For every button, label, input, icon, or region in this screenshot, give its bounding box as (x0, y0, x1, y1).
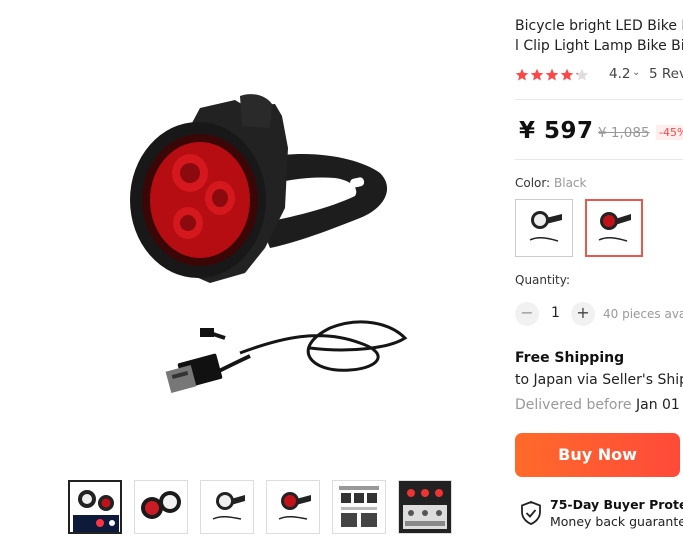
bike-light-image (130, 94, 408, 393)
white-light-thumbnail (529, 211, 562, 242)
divider (515, 159, 683, 160)
shipping-title: Free Shipping (515, 350, 625, 366)
discount-badge: -45% (656, 125, 683, 140)
product-title-line-2: l Clip Light Lamp Bike Bicy (515, 38, 683, 54)
buyer-protection-title[interactable]: 75-Day Buyer Protectio (550, 497, 683, 512)
red-light-thumbnail (598, 212, 631, 242)
star-icon (560, 68, 574, 81)
rating-value[interactable]: 4.2 (609, 66, 630, 82)
star-icon (515, 68, 529, 81)
quantity-increase-button[interactable]: + (571, 302, 595, 326)
quantity-stepper: − 1 + 40 pieces avail (515, 302, 683, 326)
thumbnail-4[interactable] (266, 480, 320, 534)
thumbnail-6[interactable] (398, 480, 452, 534)
quantity-label: Quantity: (515, 273, 571, 287)
thumbnail-strip (68, 480, 458, 536)
thumbnail-1[interactable] (68, 480, 122, 534)
buyer-protection-subtitle: Money back guarantee (550, 514, 683, 529)
star-rating (515, 67, 590, 81)
current-price: ¥ 597 (519, 118, 594, 144)
chevron-down-icon[interactable]: ⌄ (632, 67, 640, 78)
thumbnail-3[interactable] (200, 480, 254, 534)
color-label: Color: Black (515, 176, 586, 190)
price-row: ¥ 597 ¥ 1,085 -45% (515, 116, 683, 150)
delivery-prefix: Delivered before (515, 397, 632, 413)
stock-available: 40 pieces avail (603, 307, 683, 321)
reviews-link[interactable]: 5 Rev (649, 66, 683, 82)
delivery-estimate: Delivered before Jan 01 or (515, 397, 683, 413)
original-price: ¥ 1,085 (598, 125, 650, 141)
product-title: Bicycle bright LED Bike Lig l Clip Light… (515, 16, 683, 56)
buyer-protection: 75-Day Buyer Protectio Money back guaran… (518, 497, 683, 537)
shipping-destination[interactable]: to Japan via Seller's Shippi (515, 372, 683, 388)
rating-row: 4.2 ⌄ 5 Rev (515, 66, 683, 86)
main-product-image (60, 8, 460, 448)
star-icon (545, 68, 559, 81)
color-swatch-white-light[interactable] (515, 199, 573, 257)
color-swatch-red-light[interactable] (585, 199, 643, 257)
divider (515, 99, 683, 100)
color-selected-value: Black (554, 176, 587, 190)
delivery-date: Jan 01 (635, 397, 680, 413)
star-icon (530, 68, 544, 81)
color-label-text: Color: (515, 176, 551, 190)
thumbnail-5[interactable] (332, 480, 386, 534)
product-title-line-1: Bicycle bright LED Bike Lig (515, 18, 683, 34)
star-icon (575, 68, 589, 81)
quantity-decrease-button[interactable]: − (515, 302, 539, 326)
thumbnail-2[interactable] (134, 480, 188, 534)
quantity-value[interactable]: 1 (551, 305, 560, 321)
shield-check-icon (521, 501, 541, 525)
buy-now-button[interactable]: Buy Now (515, 433, 680, 477)
